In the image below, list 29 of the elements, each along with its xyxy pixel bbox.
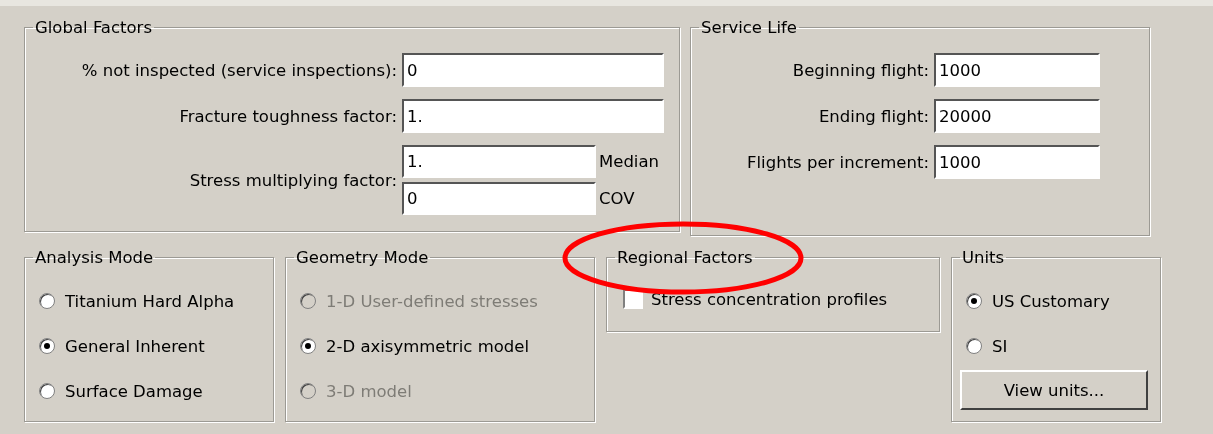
group-title: Units bbox=[961, 248, 1006, 267]
radio-option[interactable]: SI bbox=[966, 334, 1148, 358]
input-field[interactable]: 1000 bbox=[934, 145, 1100, 179]
input-field[interactable]: 1. bbox=[402, 145, 596, 178]
input-field[interactable]: 0 bbox=[402, 53, 664, 87]
radio-option[interactable]: 2-D axisymmetric model bbox=[300, 334, 582, 358]
field-label: Stress multiplying factor: bbox=[188, 170, 397, 190]
radio-option[interactable]: Surface Damage bbox=[39, 379, 261, 403]
field-label: % not inspected (service inspections): bbox=[80, 60, 397, 80]
input-field[interactable]: 1000 bbox=[934, 53, 1100, 87]
view-units-button[interactable]: View units... bbox=[960, 370, 1148, 410]
group-title: Analysis Mode bbox=[34, 248, 155, 267]
radio-option[interactable]: Titanium Hard Alpha bbox=[39, 289, 261, 313]
unit-label: Median bbox=[599, 152, 659, 171]
field-label: Flights per increment: bbox=[746, 152, 929, 172]
radio-option[interactable]: US Customary bbox=[966, 289, 1148, 313]
group-title: Regional Factors bbox=[616, 248, 754, 267]
input-field[interactable]: 1. bbox=[402, 99, 664, 133]
unit-label: COV bbox=[599, 189, 635, 208]
checkbox-option[interactable]: Stress concentration profiles bbox=[615, 289, 927, 309]
radio-option[interactable]: General Inherent bbox=[39, 334, 261, 358]
field-label: Fracture toughness factor: bbox=[178, 106, 397, 126]
input-field[interactable]: 20000 bbox=[934, 99, 1100, 133]
field-label: Ending flight: bbox=[817, 106, 929, 126]
group-title: Geometry Mode bbox=[295, 248, 430, 267]
group-title: Global Factors bbox=[34, 18, 153, 37]
group-title: Service Life bbox=[700, 18, 798, 37]
input-field[interactable]: 0 bbox=[402, 182, 596, 215]
field-label: Beginning flight: bbox=[791, 60, 929, 80]
